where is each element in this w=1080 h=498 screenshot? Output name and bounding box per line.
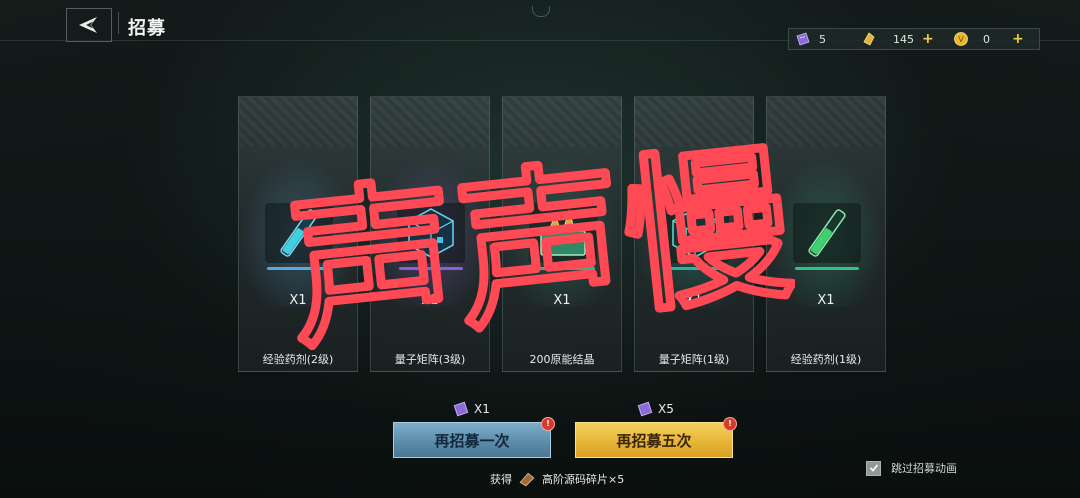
recruit-once-button[interactable]: 再招募一次 ! xyxy=(393,417,555,458)
cube-icon xyxy=(408,208,454,258)
item-name: 经验药剂(2级) xyxy=(262,353,334,366)
reward-card-3[interactable]: X1 200原能结晶 xyxy=(502,96,622,372)
notification-badge: ! xyxy=(723,417,737,431)
ticket-icon xyxy=(796,32,810,46)
bonus-reward: 获得 高阶源码碎片×5 xyxy=(490,470,624,488)
cube-icon xyxy=(672,208,718,258)
back-button[interactable] xyxy=(66,8,112,42)
reward-card-1[interactable]: X1 经验药剂(2级) xyxy=(238,96,358,372)
notification-badge: ! xyxy=(541,417,555,431)
crystal-icon xyxy=(863,32,875,46)
crystal-add-button[interactable]: + xyxy=(922,31,934,47)
crystal-chest-icon xyxy=(540,209,586,256)
currency-crystals: 145 + xyxy=(855,29,947,49)
recruit-once-cost: X1 xyxy=(452,400,490,418)
item-name: 量子矩阵(3级) xyxy=(394,353,466,366)
item-quantity: X1 xyxy=(685,293,703,308)
item-quantity: X1 xyxy=(289,293,307,308)
crystal-count: 145 xyxy=(893,32,914,46)
svg-text:V: V xyxy=(958,35,964,44)
item-rarity-bar xyxy=(531,267,595,270)
reward-prefix: 获得 xyxy=(490,473,512,486)
item-rarity-bar xyxy=(399,267,463,270)
reward-card-4[interactable]: X1 量子矩阵(1级) xyxy=(634,96,754,372)
skip-animation-toggle[interactable]: 跳过招募动画 xyxy=(866,460,957,476)
page-title: 招募 xyxy=(128,18,166,39)
recruit-five-cost: X5 xyxy=(636,400,674,418)
reward-card-5[interactable]: X1 经验药剂(1级) xyxy=(766,96,886,372)
skip-animation-checkbox[interactable] xyxy=(866,460,881,476)
title-separator xyxy=(118,12,119,34)
item-name: 200原能结晶 xyxy=(529,353,595,366)
currency-tickets: 5 xyxy=(789,29,855,49)
coin-add-button[interactable]: + xyxy=(1012,31,1024,47)
item-quantity: X1 xyxy=(553,293,571,308)
potion-icon xyxy=(280,209,318,257)
recruit-five-label: 再招募五次 xyxy=(616,431,692,450)
ticket-icon xyxy=(637,401,653,417)
item-quantity: X1 xyxy=(421,293,439,308)
coin-count: 0 xyxy=(983,32,990,46)
reward-card-2[interactable]: X1 量子矩阵(3级) xyxy=(370,96,490,372)
top-center-ornament xyxy=(532,6,550,17)
back-arrow-icon xyxy=(79,17,97,33)
potion-icon xyxy=(808,209,846,257)
cost-amount: X5 xyxy=(658,402,674,416)
ticket-icon xyxy=(453,401,469,417)
skip-animation-label: 跳过招募动画 xyxy=(891,462,957,475)
recruit-screen: 招募 5 145 + V 0 + X1 经验药剂(2级) X1 量子矩阵(3级)… xyxy=(0,0,1080,498)
item-rarity-bar xyxy=(663,267,727,270)
recruit-five-button[interactable]: 再招募五次 ! xyxy=(575,417,737,458)
reward-item: 高阶源码碎片×5 xyxy=(542,473,625,486)
coin-icon: V xyxy=(954,32,968,46)
item-quantity: X1 xyxy=(817,293,835,308)
currency-bar: 5 145 + V 0 + xyxy=(788,28,1040,50)
item-rarity-bar xyxy=(795,267,859,270)
item-name: 经验药剂(1级) xyxy=(790,353,862,366)
cost-amount: X1 xyxy=(474,402,490,416)
item-rarity-bar xyxy=(267,267,331,270)
ticket-count: 5 xyxy=(819,32,826,46)
source-code-fragment-icon xyxy=(519,472,535,487)
check-icon xyxy=(869,464,878,472)
recruit-once-label: 再招募一次 xyxy=(434,431,510,450)
item-name: 量子矩阵(1级) xyxy=(658,353,730,366)
currency-coins: V 0 + xyxy=(947,29,1027,49)
